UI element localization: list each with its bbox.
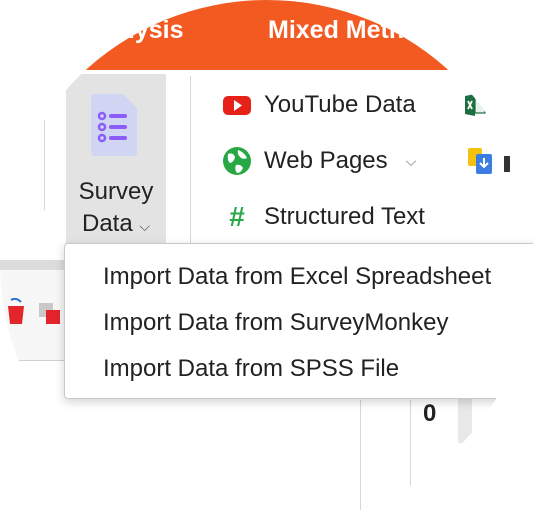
grid-divider (360, 400, 361, 510)
copy-icon[interactable] (38, 302, 62, 326)
zoom-lens: alysis Mixed Meth Survey Data ⌵ YouTube … (0, 0, 534, 527)
youtube-data-label: YouTube Data (264, 91, 416, 118)
overflow-glyph (504, 156, 510, 172)
structured-text-button[interactable]: # Structured Text (222, 201, 425, 232)
survey-data-label-line1: Survey (78, 178, 154, 205)
menu-item-import-surveymonkey[interactable]: Import Data from SurveyMonkey (103, 307, 448, 339)
web-pages-label: Web Pages (264, 147, 388, 174)
survey-import-menu: Import Data from Excel Spreadsheet Impor… (64, 243, 534, 399)
youtube-icon (222, 90, 252, 120)
delete-icon[interactable] (6, 297, 26, 326)
menu-item-import-spss[interactable]: Import Data from SPSS File (103, 353, 399, 385)
chevron-down-icon: ⌵ (139, 218, 150, 234)
survey-data-label-line2-wrap: Data ⌵ (66, 210, 166, 238)
grid-cell-value[interactable]: 0 (423, 400, 436, 428)
structured-text-label: Structured Text (264, 203, 425, 230)
ribbon-divider (44, 120, 45, 210)
survey-data-label-line2: Data (82, 210, 133, 237)
grid-divider (410, 400, 411, 510)
tab-mixed-methods[interactable]: Mixed Meth (268, 16, 404, 45)
ribbon-divider (190, 76, 191, 256)
survey-data-button[interactable]: Survey Data ⌵ (66, 74, 166, 244)
grid-scroll-column (458, 398, 472, 443)
toolbar-band (0, 260, 70, 270)
survey-icon (91, 94, 137, 156)
youtube-data-button[interactable]: YouTube Data (222, 90, 416, 120)
web-pages-button[interactable]: Web Pages ⌵ (222, 146, 416, 176)
chevron-down-icon: ⌵ (405, 152, 417, 169)
globe-icon (222, 146, 252, 176)
ribbon-tab-bar: alysis Mixed Meth (0, 0, 534, 70)
excel-icon[interactable] (462, 92, 488, 118)
left-toolbar (0, 270, 70, 361)
tab-analysis[interactable]: alysis (114, 16, 184, 45)
hash-icon: # (229, 201, 245, 232)
import-file-icon[interactable] (466, 146, 496, 176)
menu-item-import-excel[interactable]: Import Data from Excel Spreadsheet (103, 261, 491, 293)
